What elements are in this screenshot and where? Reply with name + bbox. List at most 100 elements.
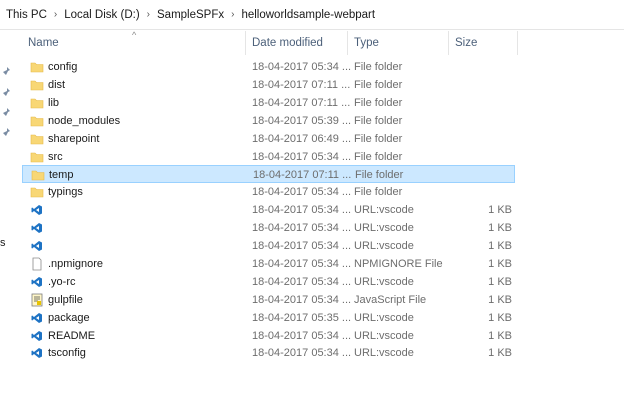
- pin-icon[interactable]: [2, 107, 12, 117]
- file-row[interactable]: src 18-04-2017 05:34 ... File folder: [22, 148, 515, 166]
- file-date-modified: 18-04-2017 05:39 ...: [252, 114, 352, 127]
- file-type: File folder: [354, 61, 403, 73]
- file-size: 1 KB: [488, 204, 512, 217]
- chevron-right-icon[interactable]: ›: [54, 9, 57, 20]
- folder-icon: [30, 96, 44, 110]
- file-row[interactable]: 18-04-2017 05:34 ... URL:vscode 1 KB: [22, 237, 515, 255]
- file-name: gulpfile: [48, 293, 83, 306]
- js-file-icon: [30, 293, 44, 307]
- breadcrumb-samplespfx[interactable]: SampleSPFx: [157, 9, 224, 21]
- breadcrumb-this-pc[interactable]: This PC: [6, 9, 47, 21]
- file-type: JavaScript File: [354, 293, 427, 306]
- file-type: File folder: [354, 78, 403, 91]
- file-name: node_modules: [48, 114, 121, 127]
- file-size: [452, 94, 512, 112]
- file-date-modified: 18-04-2017 05:34 ...: [252, 61, 352, 73]
- file-size: 1 KB: [488, 240, 512, 252]
- breadcrumb: This PC › Local Disk (D:) › SampleSPFx ›…: [0, 0, 624, 30]
- file-name: src: [48, 150, 63, 163]
- pin-icon[interactable]: [2, 66, 12, 76]
- file-name: sharepoint: [48, 132, 100, 145]
- pin-icon[interactable]: [2, 87, 12, 97]
- file-type: NPMIGNORE File: [354, 257, 443, 270]
- file-size: [452, 130, 512, 148]
- file-type: File folder: [354, 96, 403, 109]
- chevron-right-icon[interactable]: ›: [231, 9, 234, 20]
- file-size: 1 KB: [488, 329, 512, 342]
- file-date-modified: 18-04-2017 05:34 ...: [252, 257, 352, 270]
- file-name: README: [48, 329, 96, 342]
- file-row[interactable]: typings 18-04-2017 05:34 ... File folder: [22, 183, 515, 201]
- column-header-type[interactable]: Type: [348, 31, 449, 55]
- file-row[interactable]: config 18-04-2017 05:34 ... File folder: [22, 58, 515, 76]
- folder-icon: [30, 132, 44, 146]
- file-row[interactable]: temp 18-04-2017 07:11 ... File folder: [22, 165, 515, 184]
- file-type: File folder: [354, 132, 403, 145]
- file-size: 1 KB: [488, 257, 512, 270]
- file-size: 1 KB: [488, 222, 512, 235]
- blank-file-icon: [30, 257, 44, 271]
- file-row[interactable]: 18-04-2017 05:34 ... URL:vscode 1 KB: [22, 201, 515, 219]
- file-name: .npmignore: [48, 257, 104, 270]
- file-size: [453, 166, 513, 184]
- file-name: lib: [48, 96, 60, 109]
- folder-icon: [30, 114, 44, 128]
- file-date-modified: 18-04-2017 07:11 ...: [252, 96, 351, 109]
- file-type: URL:vscode: [354, 222, 414, 235]
- file-row[interactable]: 18-04-2017 05:34 ... URL:vscode 1 KB: [22, 219, 515, 237]
- file-row[interactable]: node_modules 18-04-2017 05:39 ... File fol…: [22, 112, 515, 130]
- file-row[interactable]: tsconfig 18-04-2017 05:34 ... URL:vscode 1 …: [22, 344, 515, 362]
- file-date-modified: 18-04-2017 05:34 ...: [252, 347, 352, 360]
- file-row[interactable]: .npmignore 18-04-2017 05:34 ... NPMIGNORE …: [22, 255, 515, 273]
- file-type: File folder: [355, 169, 404, 182]
- navigation-item-label[interactable]: s: [0, 237, 6, 249]
- vscode-file-icon: [30, 221, 44, 235]
- file-type: URL:vscode: [354, 275, 414, 288]
- column-header-size[interactable]: Size: [449, 31, 518, 55]
- file-type: URL:vscode: [354, 311, 414, 324]
- breadcrumb-local-disk[interactable]: Local Disk (D:): [64, 9, 139, 21]
- folder-icon: [30, 78, 44, 92]
- column-header-name[interactable]: Name: [22, 31, 246, 55]
- file-type: URL:vscode: [354, 240, 414, 252]
- column-header-row: ^ Name Date modified Type Size: [22, 30, 624, 55]
- file-date-modified: 18-04-2017 05:34 ...: [252, 150, 352, 163]
- file-type: URL:vscode: [354, 204, 414, 217]
- file-type: File folder: [354, 186, 403, 199]
- breadcrumb-current-folder[interactable]: helloworldsample-webpart: [241, 9, 375, 21]
- file-size: 1 KB: [488, 311, 512, 324]
- file-size: [452, 148, 512, 166]
- file-row[interactable]: lib 18-04-2017 07:11 ... File folder: [22, 94, 515, 112]
- file-size: 1 KB: [488, 293, 512, 306]
- vscode-file-icon: [30, 329, 44, 343]
- file-row[interactable]: package 18-04-2017 05:35 ... URL:vscode 1 K…: [22, 309, 515, 327]
- file-date-modified: 18-04-2017 05:35 ...: [252, 311, 352, 324]
- file-date-modified: 18-04-2017 05:34 ...: [252, 240, 352, 252]
- file-type: File folder: [354, 150, 403, 163]
- file-row[interactable]: README 18-04-2017 05:34 ... URL:vscode 1 KB: [22, 327, 515, 345]
- file-name: typings: [48, 186, 83, 199]
- file-date-modified: 18-04-2017 05:34 ...: [252, 186, 352, 199]
- pin-icon[interactable]: [2, 127, 12, 137]
- file-date-modified: 18-04-2017 07:11 ...: [252, 78, 351, 91]
- column-header-date-modified[interactable]: Date modified: [246, 31, 348, 55]
- file-type: URL:vscode: [354, 347, 414, 360]
- file-size: [452, 112, 512, 130]
- file-row[interactable]: sharepoint 18-04-2017 06:49 ... File folde…: [22, 130, 515, 148]
- file-row[interactable]: .yo-rc 18-04-2017 05:34 ... URL:vscode 1 KB: [22, 273, 515, 291]
- folder-icon: [30, 60, 44, 74]
- file-size: [452, 76, 512, 94]
- file-date-modified: 18-04-2017 06:49 ...: [252, 132, 352, 145]
- file-row[interactable]: dist 18-04-2017 07:11 ... File folder: [22, 76, 515, 94]
- vscode-file-icon: [30, 346, 44, 360]
- file-row[interactable]: gulpfile 18-04-2017 05:34 ... JavaScript F…: [22, 291, 515, 309]
- file-name: package: [48, 311, 90, 324]
- chevron-right-icon[interactable]: ›: [147, 9, 150, 20]
- file-size: 1 KB: [488, 275, 512, 288]
- folder-icon: [30, 185, 44, 199]
- file-name: config: [48, 61, 78, 73]
- vscode-file-icon: [30, 203, 44, 217]
- file-type: File folder: [354, 114, 403, 127]
- file-date-modified: 18-04-2017 07:11 ...: [253, 169, 352, 182]
- file-date-modified: 18-04-2017 05:34 ...: [252, 293, 352, 306]
